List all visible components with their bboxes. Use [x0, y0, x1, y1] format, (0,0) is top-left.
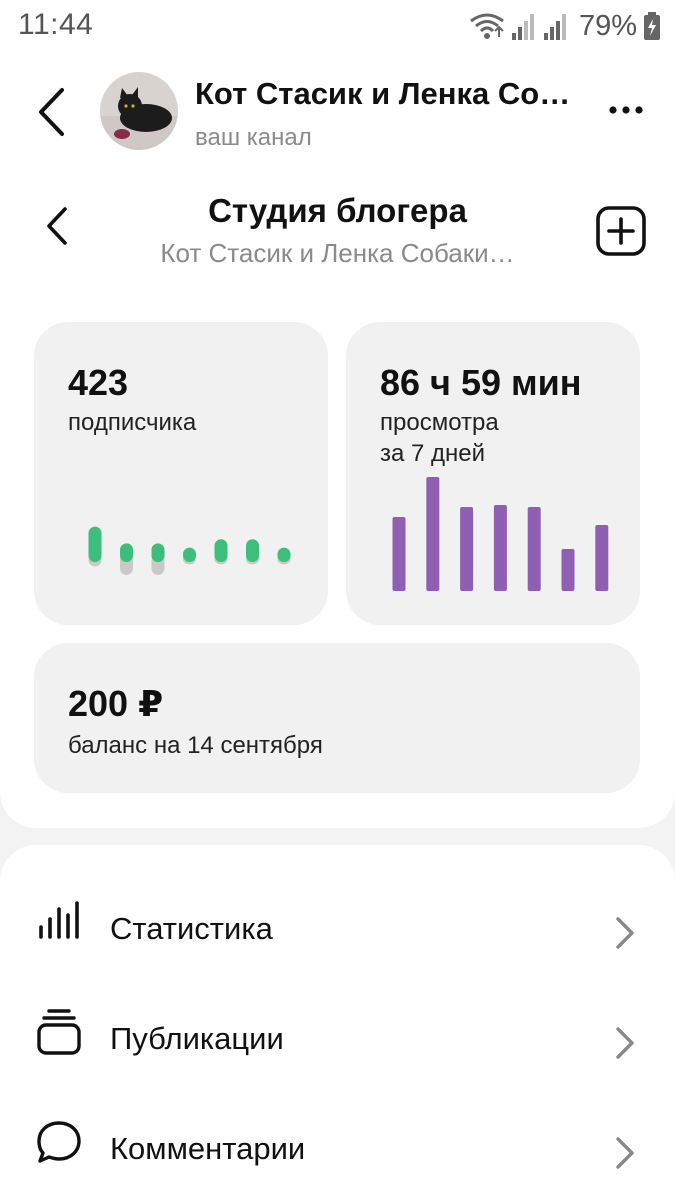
subscribers-gain-bar: [120, 543, 133, 562]
battery-charging-icon: [644, 12, 660, 40]
channel-name[interactable]: Кот Стасик и Ленка Со…: [195, 76, 590, 112]
subscribers-gain-bar: [214, 539, 228, 562]
plus-square-icon: [596, 206, 646, 256]
studio-title: Студия блогера: [208, 192, 467, 229]
subscribers-card[interactable]: 423 подписчика: [34, 322, 328, 625]
wifi-icon: [470, 13, 504, 39]
stack-icon: [37, 1009, 81, 1055]
chevron-right-icon: [616, 917, 634, 949]
channel-subtitle: ваш канал: [195, 124, 312, 151]
balance-label: баланс на 14 сентября: [68, 732, 323, 759]
status-icons: 79%: [469, 8, 661, 44]
views-chart: [392, 477, 609, 591]
views-bar: [493, 505, 507, 591]
menu-item-label: Статистика: [110, 911, 273, 946]
views-bar: [426, 477, 440, 591]
menu-item-label: Публикации: [110, 1021, 284, 1056]
views-bar: [460, 507, 474, 591]
cat-avatar-image: [100, 72, 178, 150]
menu-item-label: Комментарии: [110, 1131, 306, 1166]
battery-percent: 79%: [578, 9, 637, 42]
menu-item-publications[interactable]: Публикации: [0, 975, 675, 1085]
comment-icon: [37, 1121, 81, 1163]
back-button[interactable]: [26, 82, 76, 142]
subscribers-gain-bar: [88, 526, 102, 562]
subscribers-gain-bar: [183, 547, 196, 562]
add-button[interactable]: [594, 204, 648, 258]
more-button[interactable]: [598, 88, 654, 132]
menu-item-statistics[interactable]: Статистика: [0, 865, 675, 975]
signal-icon: [543, 14, 566, 40]
views-card[interactable]: 86 ч 59 мин просмотра за 7 дней: [346, 322, 640, 625]
menu-item-comments[interactable]: Комментарии: [0, 1085, 675, 1195]
studio-panel: Кот Стасик и Ленка Со… ваш канал Студия …: [0, 52, 675, 828]
signal-icon: [511, 14, 534, 40]
views-bar: [527, 507, 541, 591]
subscribers-gain-bar: [277, 547, 291, 562]
views-bar: [595, 525, 609, 591]
views-bar: [392, 517, 406, 591]
chevron-right-icon: [616, 1137, 634, 1169]
bar-chart-icon: [39, 901, 79, 939]
views-bar: [561, 549, 575, 591]
status-bar: 11:44 79%: [0, 0, 675, 52]
balance-value: 200 ₽: [68, 683, 164, 724]
menu-panel: Статистика Публикации Комментарии: [0, 845, 675, 1200]
studio-subtitle: Кот Стасик и Ленка Собаки…: [160, 238, 515, 268]
subscribers-chart: [88, 526, 291, 575]
chevron-right-icon: [616, 1027, 634, 1059]
more-dots-icon: [609, 106, 643, 114]
channel-avatar[interactable]: [100, 72, 178, 150]
balance-card[interactable]: 200 ₽ баланс на 14 сентября: [34, 643, 640, 793]
subscribers-gain-bar: [151, 543, 165, 562]
chevron-left-icon: [39, 88, 64, 136]
status-time: 11:44: [18, 8, 94, 41]
subscribers-gain-bar: [246, 539, 259, 562]
